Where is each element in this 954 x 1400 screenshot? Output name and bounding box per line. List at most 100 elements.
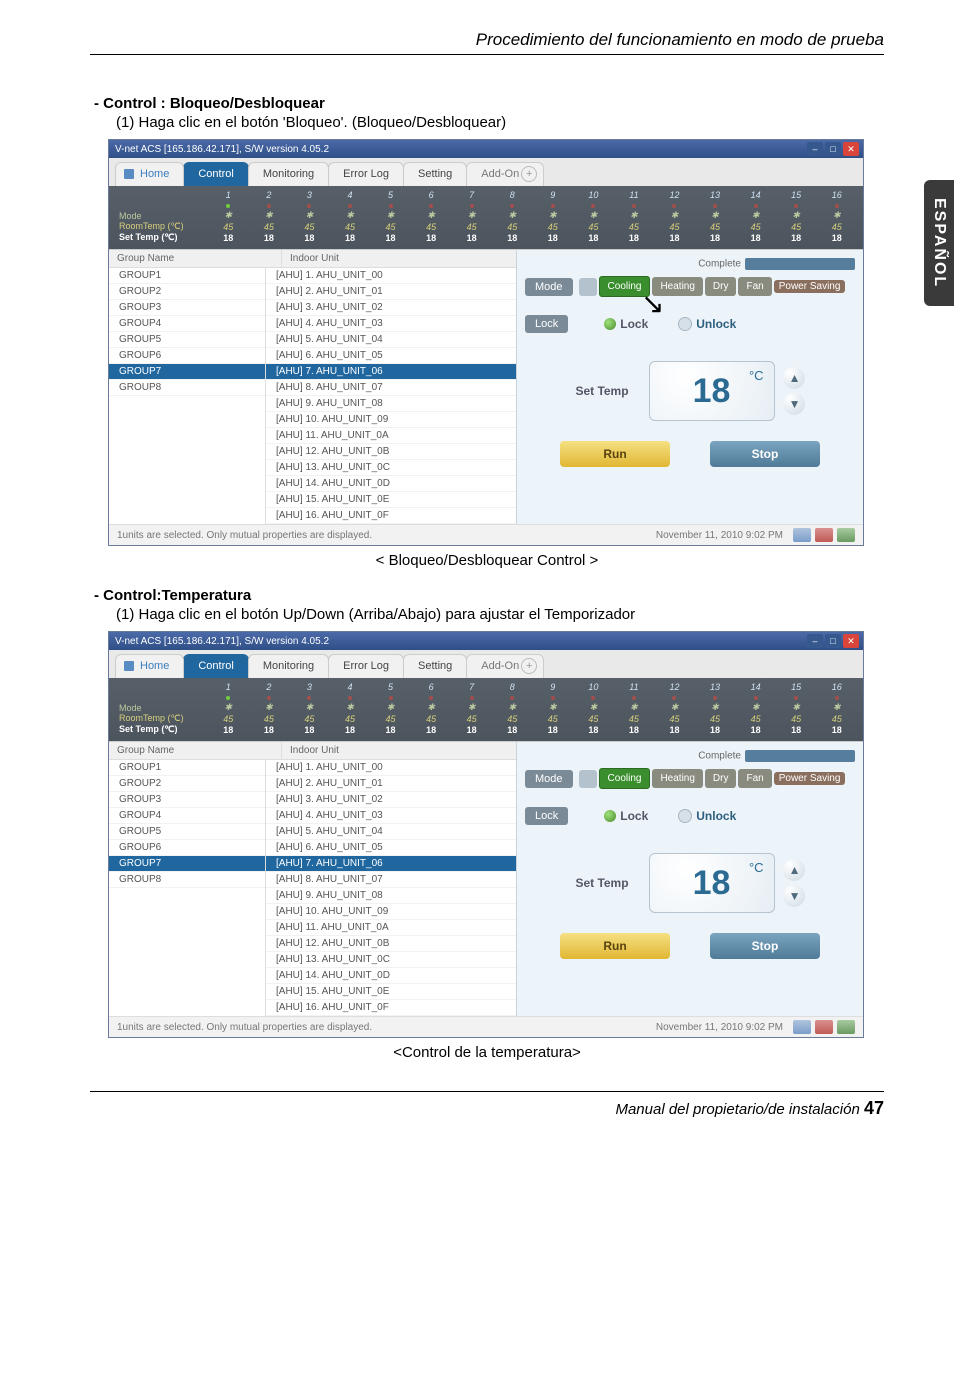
unit-item[interactable]: [AHU] 12. AHU_UNIT_0B <box>266 444 516 460</box>
footer-icon-2[interactable] <box>815 528 833 542</box>
run-button[interactable]: Run <box>560 933 670 959</box>
maximize-icon[interactable]: □ <box>825 634 841 648</box>
unit-item[interactable]: [AHU] 13. AHU_UNIT_0C <box>266 952 516 968</box>
mode-dry-button[interactable]: Dry <box>705 277 737 296</box>
unit-item[interactable]: [AHU] 7. AHU_UNIT_06 <box>266 364 516 380</box>
close-icon[interactable]: ✕ <box>843 142 859 156</box>
tab-control[interactable]: Control <box>183 162 248 186</box>
tab-home[interactable]: Home <box>115 654 184 678</box>
unit-item[interactable]: [AHU] 14. AHU_UNIT_0D <box>266 476 516 492</box>
group-item[interactable]: GROUP5 <box>109 332 265 348</box>
group-item[interactable]: GROUP1 <box>109 760 265 776</box>
unit-item[interactable]: [AHU] 6. AHU_UNIT_05 <box>266 840 516 856</box>
mode-heating-button[interactable]: Heating <box>652 769 702 788</box>
language-side-tab: ESPAÑOL <box>924 180 954 306</box>
unit-item[interactable]: [AHU] 11. AHU_UNIT_0A <box>266 920 516 936</box>
footer-icon-2[interactable] <box>815 1020 833 1034</box>
group-list[interactable]: GROUP1GROUP2GROUP3GROUP4GROUP5GROUP6GROU… <box>109 760 266 1016</box>
group-item[interactable]: GROUP8 <box>109 872 265 888</box>
group-item[interactable]: GROUP6 <box>109 348 265 364</box>
unit-item[interactable]: [AHU] 8. AHU_UNIT_07 <box>266 380 516 396</box>
unit-item[interactable]: [AHU] 8. AHU_UNIT_07 <box>266 872 516 888</box>
unit-item[interactable]: [AHU] 1. AHU_UNIT_00 <box>266 760 516 776</box>
unit-item[interactable]: [AHU] 16. AHU_UNIT_0F <box>266 1000 516 1016</box>
unit-item[interactable]: [AHU] 6. AHU_UNIT_05 <box>266 348 516 364</box>
unit-item[interactable]: [AHU] 13. AHU_UNIT_0C <box>266 460 516 476</box>
temp-up-button[interactable]: ▲ <box>783 859 805 881</box>
group-item[interactable]: GROUP2 <box>109 776 265 792</box>
unit-item[interactable]: [AHU] 1. AHU_UNIT_00 <box>266 268 516 284</box>
temp-down-button[interactable]: ▼ <box>783 885 805 907</box>
group-item[interactable]: GROUP4 <box>109 316 265 332</box>
footer-icon-3[interactable] <box>837 528 855 542</box>
unit-item[interactable]: [AHU] 4. AHU_UNIT_03 <box>266 808 516 824</box>
tab-monitoring[interactable]: Monitoring <box>248 654 329 678</box>
mode-fan-button[interactable]: Fan <box>738 769 771 788</box>
mode-cooling-button[interactable]: Cooling <box>599 768 651 789</box>
tab-addon[interactable]: Add-On <box>466 162 544 186</box>
tab-home[interactable]: Home <box>115 162 184 186</box>
stop-button[interactable]: Stop <box>710 933 820 959</box>
unit-item[interactable]: [AHU] 9. AHU_UNIT_08 <box>266 888 516 904</box>
unit-item[interactable]: [AHU] 12. AHU_UNIT_0B <box>266 936 516 952</box>
unit-item[interactable]: [AHU] 11. AHU_UNIT_0A <box>266 428 516 444</box>
group-item[interactable]: GROUP1 <box>109 268 265 284</box>
run-button[interactable]: Run <box>560 441 670 467</box>
group-item[interactable]: GROUP5 <box>109 824 265 840</box>
unit-item[interactable]: [AHU] 7. AHU_UNIT_06 <box>266 856 516 872</box>
unit-item[interactable]: [AHU] 15. AHU_UNIT_0E <box>266 492 516 508</box>
tab-errorlog[interactable]: Error Log <box>328 162 404 186</box>
group-item[interactable]: GROUP7 <box>109 856 265 872</box>
unit-item[interactable]: [AHU] 9. AHU_UNIT_08 <box>266 396 516 412</box>
unit-item[interactable]: [AHU] 2. AHU_UNIT_01 <box>266 284 516 300</box>
section1-instruction: (1) Haga clic en el botón 'Bloqueo'. (Bl… <box>116 114 884 131</box>
group-item[interactable]: GROUP3 <box>109 300 265 316</box>
close-icon[interactable]: ✕ <box>843 634 859 648</box>
tab-setting[interactable]: Setting <box>403 654 467 678</box>
unit-item[interactable]: [AHU] 4. AHU_UNIT_03 <box>266 316 516 332</box>
mode-dry-button[interactable]: Dry <box>705 769 737 788</box>
group-item[interactable]: GROUP4 <box>109 808 265 824</box>
unlock-radio[interactable]: Unlock <box>678 809 736 823</box>
unit-item[interactable]: [AHU] 5. AHU_UNIT_04 <box>266 332 516 348</box>
footer-icon-3[interactable] <box>837 1020 855 1034</box>
unit-item[interactable]: [AHU] 5. AHU_UNIT_04 <box>266 824 516 840</box>
unit-item[interactable]: [AHU] 3. AHU_UNIT_02 <box>266 792 516 808</box>
unit-item[interactable]: [AHU] 14. AHU_UNIT_0D <box>266 968 516 984</box>
unit-item[interactable]: [AHU] 10. AHU_UNIT_09 <box>266 412 516 428</box>
tab-setting[interactable]: Setting <box>403 162 467 186</box>
stop-button[interactable]: Stop <box>710 441 820 467</box>
mode-powersaving-button[interactable]: Power Saving <box>774 280 846 293</box>
mode-fan-button[interactable]: Fan <box>738 277 771 296</box>
lock-radio[interactable]: Lock <box>604 809 648 823</box>
footer-icon-1[interactable] <box>793 528 811 542</box>
mode-icon[interactable] <box>579 770 597 788</box>
unit-item[interactable]: [AHU] 15. AHU_UNIT_0E <box>266 984 516 1000</box>
mode-icon[interactable] <box>579 278 597 296</box>
group-item[interactable]: GROUP8 <box>109 380 265 396</box>
tab-addon[interactable]: Add-On <box>466 654 544 678</box>
mode-powersaving-button[interactable]: Power Saving <box>774 772 846 785</box>
tab-errorlog[interactable]: Error Log <box>328 654 404 678</box>
group-item[interactable]: GROUP3 <box>109 792 265 808</box>
unit-item[interactable]: [AHU] 2. AHU_UNIT_01 <box>266 776 516 792</box>
temp-down-button[interactable]: ▼ <box>783 393 805 415</box>
tab-control[interactable]: Control <box>183 654 248 678</box>
minimize-icon[interactable]: – <box>807 634 823 648</box>
unit-list[interactable]: [AHU] 1. AHU_UNIT_00[AHU] 2. AHU_UNIT_01… <box>266 760 516 1016</box>
unit-item[interactable]: [AHU] 3. AHU_UNIT_02 <box>266 300 516 316</box>
minimize-icon[interactable]: – <box>807 142 823 156</box>
unlock-radio[interactable]: Unlock <box>678 317 736 331</box>
group-item[interactable]: GROUP6 <box>109 840 265 856</box>
unit-item[interactable]: [AHU] 10. AHU_UNIT_09 <box>266 904 516 920</box>
unit-list[interactable]: [AHU] 1. AHU_UNIT_00[AHU] 2. AHU_UNIT_01… <box>266 268 516 524</box>
temp-up-button[interactable]: ▲ <box>783 367 805 389</box>
group-list[interactable]: GROUP1GROUP2GROUP3GROUP4GROUP5GROUP6GROU… <box>109 268 266 524</box>
group-item[interactable]: GROUP2 <box>109 284 265 300</box>
maximize-icon[interactable]: □ <box>825 142 841 156</box>
tab-monitoring[interactable]: Monitoring <box>248 162 329 186</box>
section1-caption: < Bloqueo/Desbloquear Control > <box>90 552 884 569</box>
unit-item[interactable]: [AHU] 16. AHU_UNIT_0F <box>266 508 516 524</box>
group-item[interactable]: GROUP7 <box>109 364 265 380</box>
footer-icon-1[interactable] <box>793 1020 811 1034</box>
